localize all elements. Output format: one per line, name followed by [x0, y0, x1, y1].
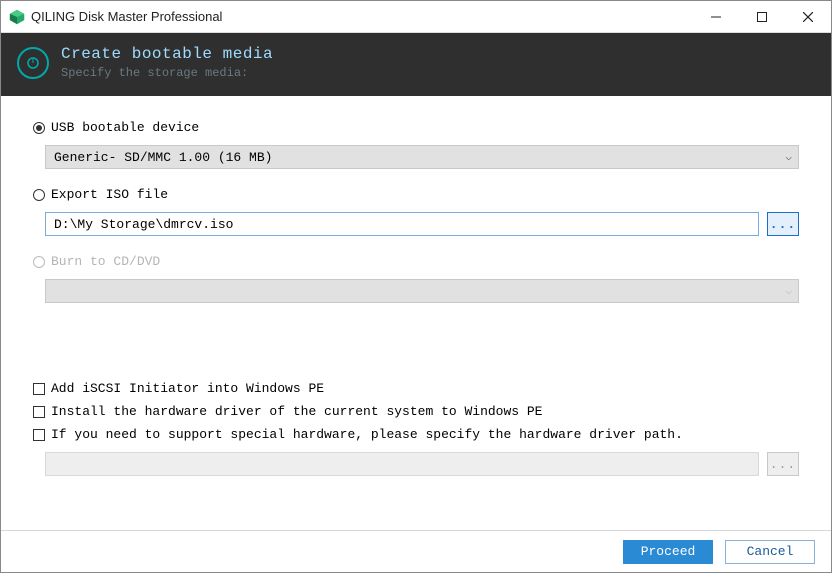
header-icon — [17, 47, 49, 79]
option-usb[interactable]: USB bootable device — [33, 120, 799, 135]
footer: Proceed Cancel — [1, 530, 831, 572]
usb-device-select[interactable]: Generic- SD/MMC 1.00 (16 MB) ⌵ — [45, 145, 799, 169]
check-special[interactable]: If you need to support special hardware,… — [33, 427, 799, 442]
option-cd-label: Burn to CD/DVD — [51, 254, 160, 269]
window-title: QILING Disk Master Professional — [31, 9, 222, 24]
titlebar: QILING Disk Master Professional — [1, 1, 831, 33]
option-cd: Burn to CD/DVD — [33, 254, 799, 269]
minimize-button[interactable] — [693, 1, 739, 33]
iso-path-input[interactable]: D:\My Storage\dmrcv.iso — [45, 212, 759, 236]
chevron-down-icon: ⌵ — [785, 284, 792, 298]
option-iso-label: Export ISO file — [51, 187, 168, 202]
page-subtitle: Specify the storage media: — [61, 66, 273, 80]
close-button[interactable] — [785, 1, 831, 33]
iso-path-value: D:\My Storage\dmrcv.iso — [54, 217, 233, 232]
iso-browse-button[interactable]: ... — [767, 212, 799, 236]
radio-usb[interactable] — [33, 122, 45, 134]
proceed-button[interactable]: Proceed — [623, 540, 713, 564]
option-iso[interactable]: Export ISO file — [33, 187, 799, 202]
option-usb-label: USB bootable device — [51, 120, 199, 135]
maximize-button[interactable] — [739, 1, 785, 33]
cd-device-select: ⌵ — [45, 279, 799, 303]
checkbox-special[interactable] — [33, 429, 45, 441]
checkbox-iscsi[interactable] — [33, 383, 45, 395]
radio-cd — [33, 256, 45, 268]
page-title: Create bootable media — [61, 45, 273, 63]
check-hwdriver[interactable]: Install the hardware driver of the curre… — [33, 404, 799, 419]
driver-browse-button: ... — [767, 452, 799, 476]
chevron-down-icon: ⌵ — [785, 150, 792, 164]
check-hwdriver-label: Install the hardware driver of the curre… — [51, 404, 542, 419]
usb-device-selected: Generic- SD/MMC 1.00 (16 MB) — [54, 150, 272, 165]
check-special-label: If you need to support special hardware,… — [51, 427, 683, 442]
checkbox-hwdriver[interactable] — [33, 406, 45, 418]
content-area: USB bootable device Generic- SD/MMC 1.00… — [1, 96, 831, 530]
page-header: Create bootable media Specify the storag… — [1, 33, 831, 96]
cancel-button[interactable]: Cancel — [725, 540, 815, 564]
app-logo-icon — [9, 9, 25, 25]
check-iscsi[interactable]: Add iSCSI Initiator into Windows PE — [33, 381, 799, 396]
radio-iso[interactable] — [33, 189, 45, 201]
check-iscsi-label: Add iSCSI Initiator into Windows PE — [51, 381, 324, 396]
driver-path-input — [45, 452, 759, 476]
